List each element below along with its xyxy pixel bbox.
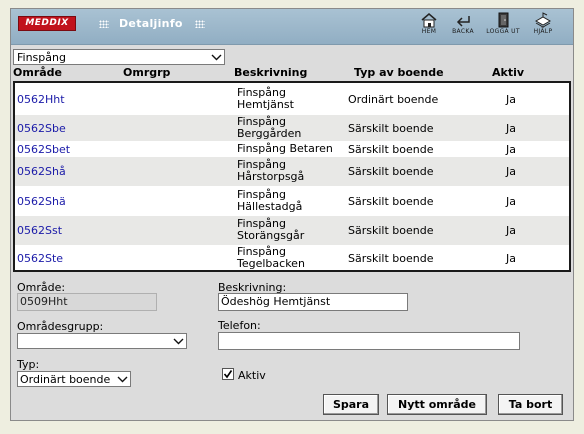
row-type: Särskilt boende bbox=[348, 122, 434, 135]
row-code-link[interactable]: 0562Shå bbox=[17, 165, 66, 178]
logout-door-icon bbox=[498, 12, 509, 28]
omrade-field: 0509Hht bbox=[17, 293, 157, 311]
row-desc-line2: Hemtjänst bbox=[237, 98, 294, 111]
row-type: Särskilt boende bbox=[348, 224, 434, 237]
header-bar: MEDDIX Detaljinfo HEM BACKA LOGGA UT HJÄ… bbox=[11, 9, 573, 45]
grip-dots-right-icon bbox=[195, 20, 205, 28]
table-row[interactable]: 0562Shä Finspång Hällestadgå Särskilt bo… bbox=[15, 186, 569, 216]
save-button[interactable]: Spara bbox=[323, 394, 379, 415]
aktiv-checkbox[interactable] bbox=[222, 368, 234, 380]
row-active: Ja bbox=[506, 93, 516, 106]
column-header-omrade[interactable]: Område bbox=[13, 66, 62, 79]
table-row[interactable]: 0562Sbe Finspång Berggården Särskilt boe… bbox=[15, 115, 569, 141]
new-area-button[interactable]: Nytt område bbox=[387, 394, 487, 415]
telefon-label: Telefon: bbox=[218, 319, 261, 332]
delete-button[interactable]: Ta bort bbox=[498, 394, 563, 415]
column-header-beskrivning[interactable]: Beskrivning bbox=[234, 66, 307, 79]
help-button[interactable]: HJÄLP bbox=[525, 12, 561, 44]
row-type: Särskilt boende bbox=[348, 195, 434, 208]
row-active: Ja bbox=[506, 122, 516, 135]
area-filter-value: Finspång bbox=[17, 51, 66, 64]
row-active: Ja bbox=[506, 195, 516, 208]
chevron-down-icon bbox=[172, 335, 185, 347]
row-desc-line2: Tegelbacken bbox=[237, 257, 305, 270]
row-code-link[interactable]: 0562Sst bbox=[17, 224, 62, 237]
area-filter-select[interactable]: Finspång bbox=[13, 49, 225, 65]
back-label: BACKA bbox=[452, 28, 474, 35]
telefon-field[interactable] bbox=[218, 332, 520, 350]
column-header-aktiv[interactable]: Aktiv bbox=[492, 66, 524, 79]
checkmark-icon bbox=[223, 370, 233, 379]
row-desc-line1: Finspång Betaren bbox=[237, 142, 333, 155]
row-desc-line2: Hällestadgå bbox=[237, 200, 303, 213]
row-active: Ja bbox=[506, 224, 516, 237]
meddix-logo: MEDDIX bbox=[18, 16, 76, 31]
row-type: Särskilt boende bbox=[348, 165, 434, 178]
back-arrow-icon bbox=[456, 16, 470, 27]
home-button[interactable]: HEM bbox=[417, 12, 441, 44]
row-desc-line2: Hårstorpsgå bbox=[237, 170, 305, 183]
table-row[interactable]: 0562Ste Finspång Tegelbacken Särskilt bo… bbox=[15, 245, 569, 270]
help-label: HJÄLP bbox=[533, 28, 553, 35]
chevron-down-icon bbox=[210, 51, 223, 63]
typ-label: Typ: bbox=[17, 358, 40, 371]
table-row[interactable]: 0562Sbet Finspång Betaren Särskilt boend… bbox=[15, 141, 569, 157]
row-code-link[interactable]: 0562Hht bbox=[17, 93, 65, 106]
typ-select[interactable]: Ordinärt boende bbox=[17, 371, 131, 387]
row-desc-line2: Storängsgår bbox=[237, 229, 305, 242]
typ-value: Ordinärt boende bbox=[20, 373, 111, 386]
logout-button[interactable]: LOGGA UT bbox=[483, 12, 523, 44]
column-header-typ[interactable]: Typ av boende bbox=[354, 66, 444, 79]
area-list: 0562Hht Finspång Hemtjänst Ordinärt boen… bbox=[13, 81, 571, 272]
aktiv-label: Aktiv bbox=[238, 369, 266, 382]
omradesgrupp-label: Områdesgrupp: bbox=[17, 320, 104, 333]
home-icon bbox=[421, 13, 437, 28]
table-row[interactable]: 0562Sst Finspång Storängsgår Särskilt bo… bbox=[15, 216, 569, 245]
table-row[interactable]: 0562Shå Finspång Hårstorpsgå Särskilt bo… bbox=[15, 157, 569, 186]
row-type: Särskilt boende bbox=[348, 252, 434, 265]
omradesgrupp-select[interactable] bbox=[17, 333, 187, 349]
row-active: Ja bbox=[506, 143, 516, 156]
row-type: Särskilt boende bbox=[348, 143, 434, 156]
row-code-link[interactable]: 0562Ste bbox=[17, 252, 63, 265]
row-code-link[interactable]: 0562Sbet bbox=[17, 143, 70, 156]
page-title: Detaljinfo bbox=[119, 17, 183, 30]
row-active: Ja bbox=[506, 165, 516, 178]
row-code-link[interactable]: 0562Sbe bbox=[17, 122, 66, 135]
beskrivning-field[interactable]: Ödeshög Hemtjänst bbox=[218, 293, 408, 311]
grip-dots-left-icon bbox=[99, 20, 109, 28]
column-header-omrgrp[interactable]: Omrgrp bbox=[123, 66, 170, 79]
table-row[interactable]: 0562Hht Finspång Hemtjänst Ordinärt boen… bbox=[15, 83, 569, 115]
row-type: Ordinärt boende bbox=[348, 93, 439, 106]
row-code-link[interactable]: 0562Shä bbox=[17, 195, 66, 208]
logout-label: LOGGA UT bbox=[486, 28, 520, 35]
row-active: Ja bbox=[506, 252, 516, 265]
home-label: HEM bbox=[421, 28, 437, 35]
help-book-icon bbox=[534, 12, 552, 28]
row-desc-line2: Berggården bbox=[237, 127, 302, 140]
chevron-down-icon bbox=[116, 373, 129, 385]
app-window: MEDDIX Detaljinfo HEM BACKA LOGGA UT HJÄ… bbox=[10, 8, 574, 421]
back-button[interactable]: BACKA bbox=[445, 12, 481, 44]
